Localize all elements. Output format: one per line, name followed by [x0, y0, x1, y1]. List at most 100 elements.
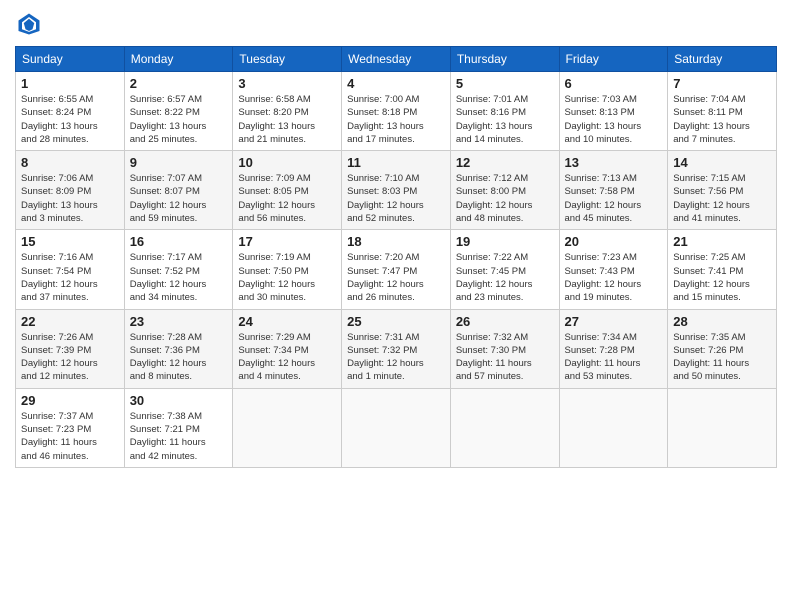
- calendar-cell: 5 Sunrise: 7:01 AM Sunset: 8:16 PM Daylig…: [450, 72, 559, 151]
- calendar-week-row: 1 Sunrise: 6:55 AM Sunset: 8:24 PM Daylig…: [16, 72, 777, 151]
- day-number: 13: [565, 155, 663, 170]
- day-info: Sunrise: 7:29 AM Sunset: 7:34 PM Dayligh…: [238, 331, 336, 384]
- day-info: Sunrise: 7:20 AM Sunset: 7:47 PM Dayligh…: [347, 251, 445, 304]
- calendar-cell: 20 Sunrise: 7:23 AM Sunset: 7:43 PM Dayli…: [559, 230, 668, 309]
- day-info: Sunrise: 7:22 AM Sunset: 7:45 PM Dayligh…: [456, 251, 554, 304]
- day-number: 25: [347, 314, 445, 329]
- day-info: Sunrise: 7:26 AM Sunset: 7:39 PM Dayligh…: [21, 331, 119, 384]
- calendar-cell: 10 Sunrise: 7:09 AM Sunset: 8:05 PM Dayli…: [233, 151, 342, 230]
- calendar-cell: 24 Sunrise: 7:29 AM Sunset: 7:34 PM Dayli…: [233, 309, 342, 388]
- day-number: 28: [673, 314, 771, 329]
- day-number: 29: [21, 393, 119, 408]
- day-number: 1: [21, 76, 119, 91]
- col-friday: Friday: [559, 47, 668, 72]
- calendar-table: Sunday Monday Tuesday Wednesday Thursday…: [15, 46, 777, 468]
- calendar-cell: [668, 388, 777, 467]
- calendar-cell: 22 Sunrise: 7:26 AM Sunset: 7:39 PM Dayli…: [16, 309, 125, 388]
- calendar-cell: [559, 388, 668, 467]
- logo-icon: [15, 10, 43, 38]
- calendar-cell: 16 Sunrise: 7:17 AM Sunset: 7:52 PM Dayli…: [124, 230, 233, 309]
- day-number: 19: [456, 234, 554, 249]
- day-info: Sunrise: 6:55 AM Sunset: 8:24 PM Dayligh…: [21, 93, 119, 146]
- day-number: 30: [130, 393, 228, 408]
- day-number: 10: [238, 155, 336, 170]
- day-number: 23: [130, 314, 228, 329]
- day-number: 22: [21, 314, 119, 329]
- logo: [15, 10, 45, 38]
- calendar-cell: 23 Sunrise: 7:28 AM Sunset: 7:36 PM Dayli…: [124, 309, 233, 388]
- day-number: 12: [456, 155, 554, 170]
- day-number: 16: [130, 234, 228, 249]
- calendar-cell: 1 Sunrise: 6:55 AM Sunset: 8:24 PM Daylig…: [16, 72, 125, 151]
- day-info: Sunrise: 7:17 AM Sunset: 7:52 PM Dayligh…: [130, 251, 228, 304]
- calendar-week-row: 22 Sunrise: 7:26 AM Sunset: 7:39 PM Dayli…: [16, 309, 777, 388]
- day-number: 27: [565, 314, 663, 329]
- day-info: Sunrise: 7:31 AM Sunset: 7:32 PM Dayligh…: [347, 331, 445, 384]
- calendar-cell: 28 Sunrise: 7:35 AM Sunset: 7:26 PM Dayli…: [668, 309, 777, 388]
- day-number: 18: [347, 234, 445, 249]
- day-number: 9: [130, 155, 228, 170]
- day-info: Sunrise: 7:35 AM Sunset: 7:26 PM Dayligh…: [673, 331, 771, 384]
- day-info: Sunrise: 7:37 AM Sunset: 7:23 PM Dayligh…: [21, 410, 119, 463]
- col-tuesday: Tuesday: [233, 47, 342, 72]
- day-number: 26: [456, 314, 554, 329]
- calendar-cell: 21Sunrise: 7:25 AM Sunset: 7:41 PM Dayli…: [668, 230, 777, 309]
- calendar-cell: 30 Sunrise: 7:38 AM Sunset: 7:21 PM Dayli…: [124, 388, 233, 467]
- day-number: 11: [347, 155, 445, 170]
- day-info: Sunrise: 6:57 AM Sunset: 8:22 PM Dayligh…: [130, 93, 228, 146]
- day-info: Sunrise: 7:25 AM Sunset: 7:41 PM Dayligh…: [673, 251, 771, 304]
- header: [15, 10, 777, 38]
- day-info: Sunrise: 7:04 AM Sunset: 8:11 PM Dayligh…: [673, 93, 771, 146]
- day-number: 5: [456, 76, 554, 91]
- col-thursday: Thursday: [450, 47, 559, 72]
- day-number: 8: [21, 155, 119, 170]
- calendar-cell: 26 Sunrise: 7:32 AM Sunset: 7:30 PM Dayli…: [450, 309, 559, 388]
- calendar-cell: 12Sunrise: 7:12 AM Sunset: 8:00 PM Dayli…: [450, 151, 559, 230]
- day-number: 6: [565, 76, 663, 91]
- day-number: 17: [238, 234, 336, 249]
- calendar-week-row: 15Sunrise: 7:16 AM Sunset: 7:54 PM Dayli…: [16, 230, 777, 309]
- day-number: 3: [238, 76, 336, 91]
- calendar-container: Sunday Monday Tuesday Wednesday Thursday…: [0, 0, 792, 612]
- calendar-header-row: Sunday Monday Tuesday Wednesday Thursday…: [16, 47, 777, 72]
- day-info: Sunrise: 7:23 AM Sunset: 7:43 PM Dayligh…: [565, 251, 663, 304]
- calendar-cell: 2 Sunrise: 6:57 AM Sunset: 8:22 PM Daylig…: [124, 72, 233, 151]
- calendar-cell: 11Sunrise: 7:10 AM Sunset: 8:03 PM Dayli…: [342, 151, 451, 230]
- calendar-week-row: 29 Sunrise: 7:37 AM Sunset: 7:23 PM Dayli…: [16, 388, 777, 467]
- calendar-cell: [342, 388, 451, 467]
- day-number: 2: [130, 76, 228, 91]
- col-wednesday: Wednesday: [342, 47, 451, 72]
- col-sunday: Sunday: [16, 47, 125, 72]
- day-info: Sunrise: 7:38 AM Sunset: 7:21 PM Dayligh…: [130, 410, 228, 463]
- calendar-cell: 18 Sunrise: 7:20 AM Sunset: 7:47 PM Dayli…: [342, 230, 451, 309]
- day-info: Sunrise: 7:07 AM Sunset: 8:07 PM Dayligh…: [130, 172, 228, 225]
- day-info: Sunrise: 7:09 AM Sunset: 8:05 PM Dayligh…: [238, 172, 336, 225]
- day-info: Sunrise: 7:01 AM Sunset: 8:16 PM Dayligh…: [456, 93, 554, 146]
- calendar-cell: 27 Sunrise: 7:34 AM Sunset: 7:28 PM Dayli…: [559, 309, 668, 388]
- calendar-cell: 9 Sunrise: 7:07 AM Sunset: 8:07 PM Daylig…: [124, 151, 233, 230]
- calendar-cell: 14Sunrise: 7:15 AM Sunset: 7:56 PM Dayli…: [668, 151, 777, 230]
- calendar-cell: 6Sunrise: 7:03 AM Sunset: 8:13 PM Daylig…: [559, 72, 668, 151]
- day-number: 24: [238, 314, 336, 329]
- day-info: Sunrise: 7:00 AM Sunset: 8:18 PM Dayligh…: [347, 93, 445, 146]
- day-number: 20: [565, 234, 663, 249]
- calendar-cell: 13 Sunrise: 7:13 AM Sunset: 7:58 PM Dayli…: [559, 151, 668, 230]
- day-info: Sunrise: 7:32 AM Sunset: 7:30 PM Dayligh…: [456, 331, 554, 384]
- calendar-cell: [450, 388, 559, 467]
- day-number: 4: [347, 76, 445, 91]
- day-info: Sunrise: 7:34 AM Sunset: 7:28 PM Dayligh…: [565, 331, 663, 384]
- calendar-cell: 7 Sunrise: 7:04 AM Sunset: 8:11 PM Daylig…: [668, 72, 777, 151]
- calendar-cell: 29 Sunrise: 7:37 AM Sunset: 7:23 PM Dayli…: [16, 388, 125, 467]
- calendar-cell: 19 Sunrise: 7:22 AM Sunset: 7:45 PM Dayli…: [450, 230, 559, 309]
- day-info: Sunrise: 7:13 AM Sunset: 7:58 PM Dayligh…: [565, 172, 663, 225]
- calendar-cell: 3Sunrise: 6:58 AM Sunset: 8:20 PM Daylig…: [233, 72, 342, 151]
- day-number: 7: [673, 76, 771, 91]
- calendar-cell: 17 Sunrise: 7:19 AM Sunset: 7:50 PM Dayli…: [233, 230, 342, 309]
- day-info: Sunrise: 7:19 AM Sunset: 7:50 PM Dayligh…: [238, 251, 336, 304]
- day-info: Sunrise: 7:16 AM Sunset: 7:54 PM Dayligh…: [21, 251, 119, 304]
- day-info: Sunrise: 7:28 AM Sunset: 7:36 PM Dayligh…: [130, 331, 228, 384]
- calendar-cell: [233, 388, 342, 467]
- col-saturday: Saturday: [668, 47, 777, 72]
- calendar-cell: 15Sunrise: 7:16 AM Sunset: 7:54 PM Dayli…: [16, 230, 125, 309]
- day-info: Sunrise: 7:06 AM Sunset: 8:09 PM Dayligh…: [21, 172, 119, 225]
